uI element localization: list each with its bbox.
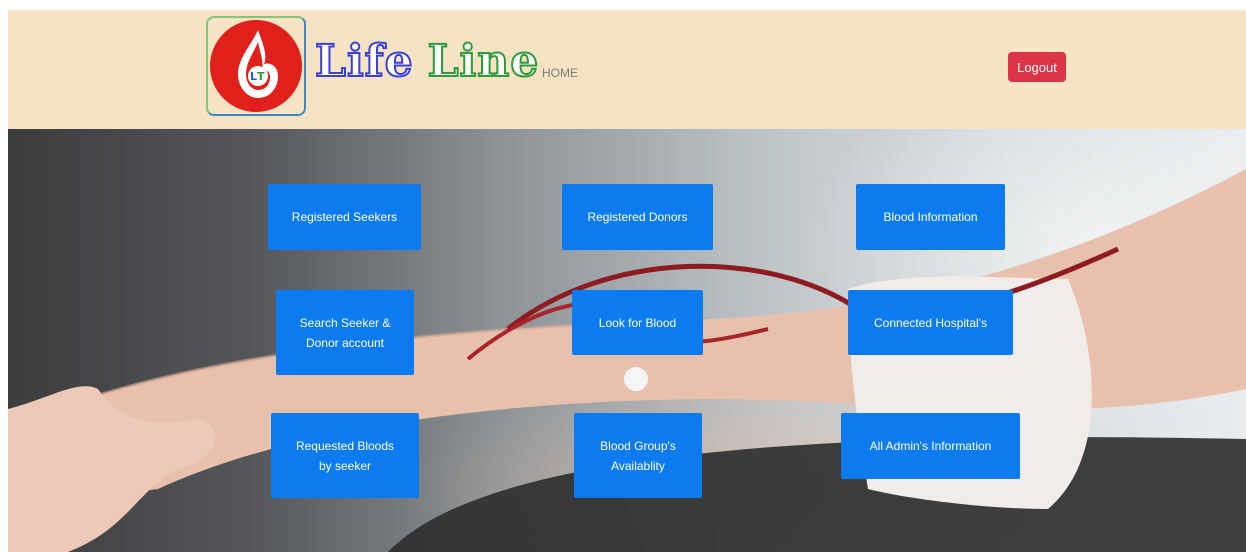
registered-seekers-button[interactable]: Registered Seekers bbox=[268, 184, 421, 250]
look-for-blood-button[interactable]: Look for Blood bbox=[572, 290, 703, 355]
blood-information-button[interactable]: Blood Information bbox=[856, 184, 1005, 250]
top-navbar: L T Life Line HOME Logout bbox=[8, 10, 1246, 129]
site-logo[interactable]: L T bbox=[206, 16, 306, 116]
logout-button[interactable]: Logout bbox=[1008, 52, 1066, 82]
registered-donors-button[interactable]: Registered Donors bbox=[562, 184, 713, 250]
brand-word-line: Line bbox=[427, 35, 540, 88]
search-seeker-donor-button[interactable]: Search Seeker & Donor account bbox=[276, 290, 414, 375]
requested-bloods-button[interactable]: Requested Bloods by seeker bbox=[271, 413, 419, 498]
svg-text:T: T bbox=[257, 70, 265, 83]
brand-word-life: Life bbox=[314, 35, 414, 88]
svg-text:L: L bbox=[250, 70, 257, 83]
brand-name[interactable]: Life Line bbox=[314, 35, 540, 88]
all-admins-information-button[interactable]: All Admin's Information bbox=[841, 413, 1020, 479]
blood-group-availability-button[interactable]: Blood Group's Availablity bbox=[574, 413, 702, 498]
home-link[interactable]: HOME bbox=[542, 66, 578, 80]
blood-drop-logo-icon: L T bbox=[210, 20, 302, 112]
connected-hospitals-button[interactable]: Connected Hospital's bbox=[848, 290, 1013, 355]
